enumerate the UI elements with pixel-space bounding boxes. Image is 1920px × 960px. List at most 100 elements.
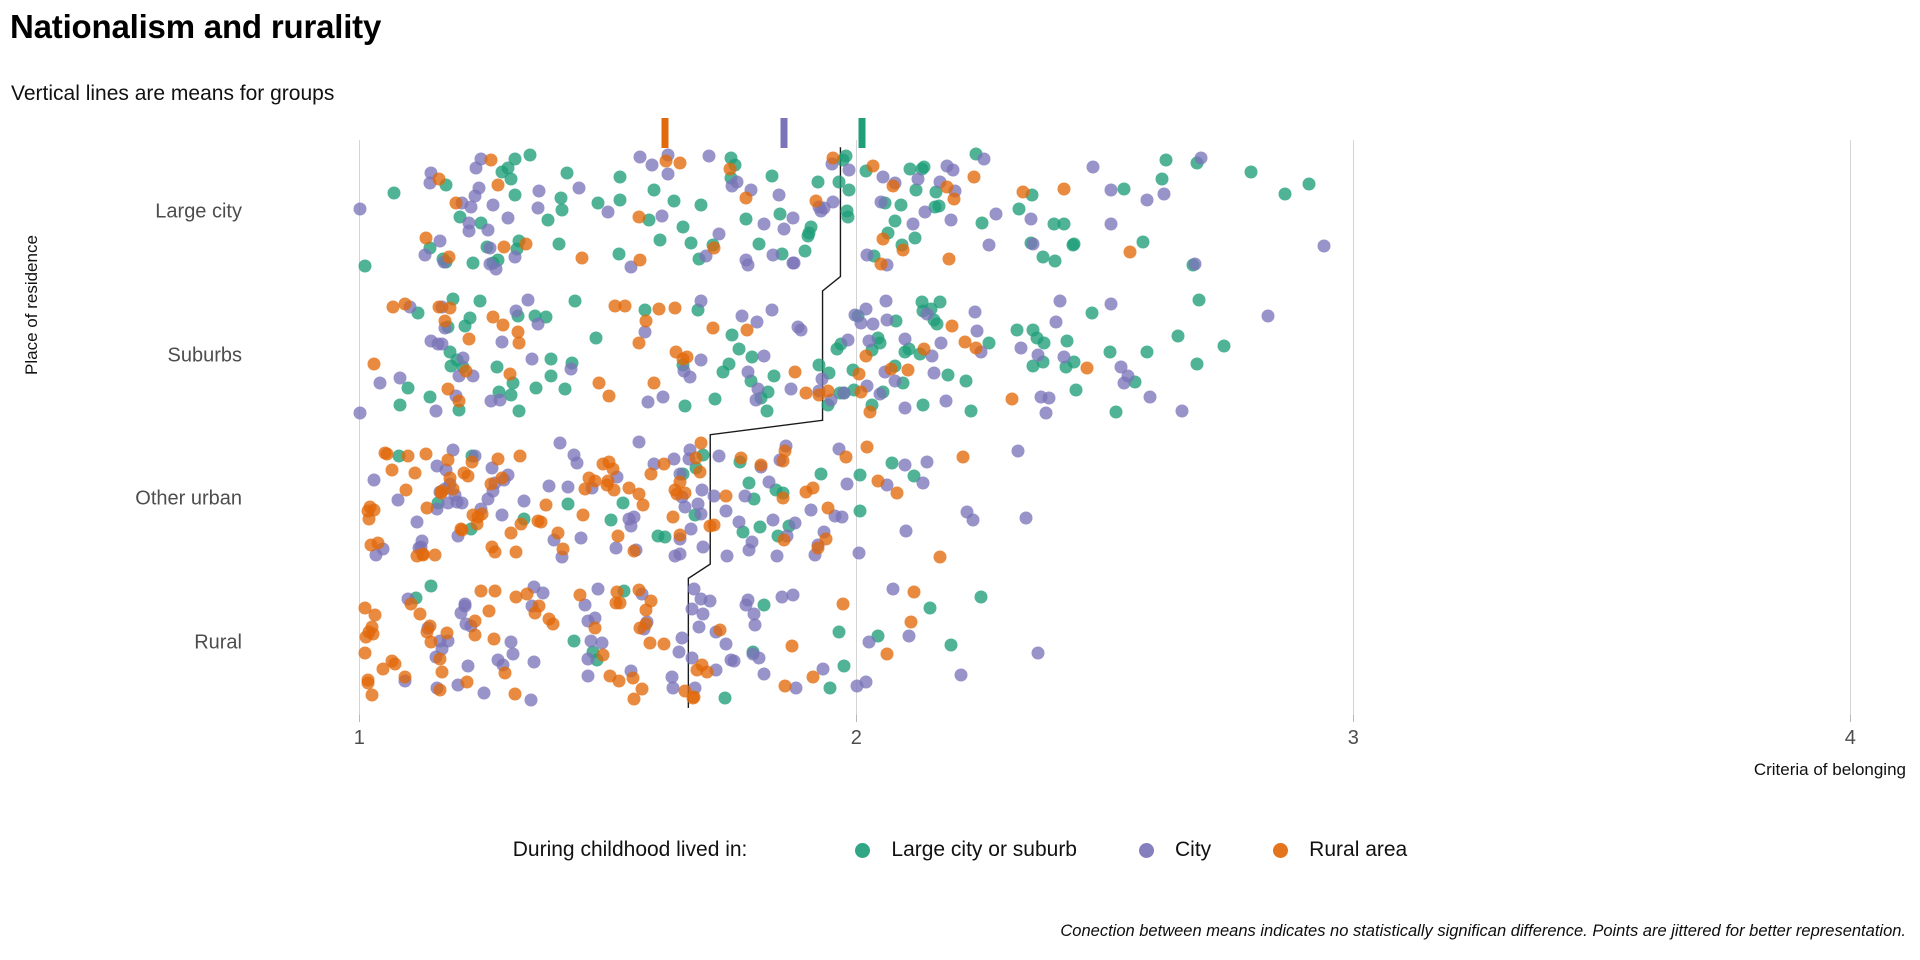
data-point [804, 503, 818, 517]
data-point [880, 313, 894, 327]
data-point [725, 328, 739, 342]
page-title: Nationalism and rurality [10, 8, 382, 45]
data-point [777, 222, 791, 236]
data-point [560, 166, 574, 180]
data-point [365, 688, 379, 702]
data-point [739, 253, 753, 267]
data-point [521, 293, 535, 307]
data-point [880, 647, 894, 661]
data-point [1057, 217, 1071, 231]
data-point [859, 302, 872, 316]
x-tick-label-3: 3 [1347, 727, 1359, 749]
data-point [420, 625, 434, 639]
data-point [739, 191, 753, 205]
legend-item-city[interactable]: City [1139, 838, 1211, 862]
data-point [898, 458, 912, 472]
data-point [462, 216, 476, 230]
data-point [837, 386, 851, 400]
data-point [742, 476, 756, 490]
data-point [694, 294, 708, 308]
data-point [819, 532, 833, 546]
data-point [806, 670, 820, 684]
data-point [866, 317, 880, 331]
data-point [1024, 212, 1038, 226]
data-point [1049, 315, 1063, 329]
plot-panel [250, 140, 1910, 715]
legend-swatch-icon [855, 842, 871, 858]
data-point [658, 530, 672, 544]
data-point [1244, 165, 1258, 179]
data-point [611, 529, 625, 543]
data-point [1117, 182, 1131, 196]
data-point [588, 621, 602, 635]
data-point [734, 451, 748, 465]
data-point [970, 324, 984, 338]
data-point [517, 494, 531, 508]
legend-item-rural-area[interactable]: Rural area [1273, 838, 1407, 862]
data-point [647, 183, 661, 197]
data-point [508, 152, 522, 166]
gridline-x-3 [1353, 140, 1355, 715]
data-point [531, 317, 545, 331]
data-point [982, 238, 996, 252]
data-point [408, 466, 422, 480]
data-point [968, 305, 982, 319]
data-point [469, 161, 483, 175]
data-point [753, 520, 767, 534]
data-point [609, 596, 623, 610]
data-point [706, 321, 720, 335]
data-point [723, 162, 737, 176]
x-tick-mark [359, 715, 361, 722]
data-point [732, 515, 746, 529]
data-point [632, 583, 646, 597]
data-point [358, 646, 372, 660]
data-point [673, 528, 687, 542]
overall-mean-tick-large-city-or-suburb [858, 118, 866, 148]
data-point [399, 483, 413, 497]
data-point [770, 549, 784, 563]
data-point [380, 447, 394, 461]
data-point [458, 599, 472, 613]
data-point [784, 382, 798, 396]
data-point [461, 659, 475, 673]
data-point [661, 167, 675, 181]
gridline-x-1 [359, 140, 361, 715]
data-point [1317, 239, 1331, 253]
data-point [525, 352, 539, 366]
data-point [840, 477, 854, 491]
x-tick-label-1: 1 [353, 727, 365, 749]
data-point [561, 480, 575, 494]
data-point [773, 207, 787, 221]
data-point [1140, 193, 1154, 207]
y-tick-label-large-city: Large city [155, 200, 242, 223]
data-point [643, 636, 657, 650]
data-point [1034, 390, 1048, 404]
overall-mean-tick-city [780, 118, 788, 148]
data-point [700, 665, 714, 679]
data-point [918, 205, 932, 219]
data-point [501, 211, 515, 225]
data-point [584, 634, 598, 648]
data-point [386, 300, 400, 314]
data-point [1192, 293, 1206, 307]
data-point [707, 518, 721, 532]
data-point [886, 179, 900, 193]
data-point [1011, 444, 1025, 458]
data-point [1123, 245, 1137, 259]
data-point [474, 584, 488, 598]
data-point [1188, 257, 1202, 271]
data-point [552, 237, 566, 251]
data-point [941, 368, 955, 382]
data-point [735, 309, 749, 323]
legend-item-large-city-or-suburb[interactable]: Large city or suburb [855, 838, 1077, 862]
data-point [1031, 646, 1045, 660]
data-point [1143, 390, 1157, 404]
data-point [558, 382, 572, 396]
data-point [1014, 341, 1028, 355]
data-point [1039, 406, 1053, 420]
data-point [901, 363, 915, 377]
data-point [616, 496, 630, 510]
data-point [940, 180, 954, 194]
data-point [672, 645, 686, 659]
data-point [703, 594, 717, 608]
